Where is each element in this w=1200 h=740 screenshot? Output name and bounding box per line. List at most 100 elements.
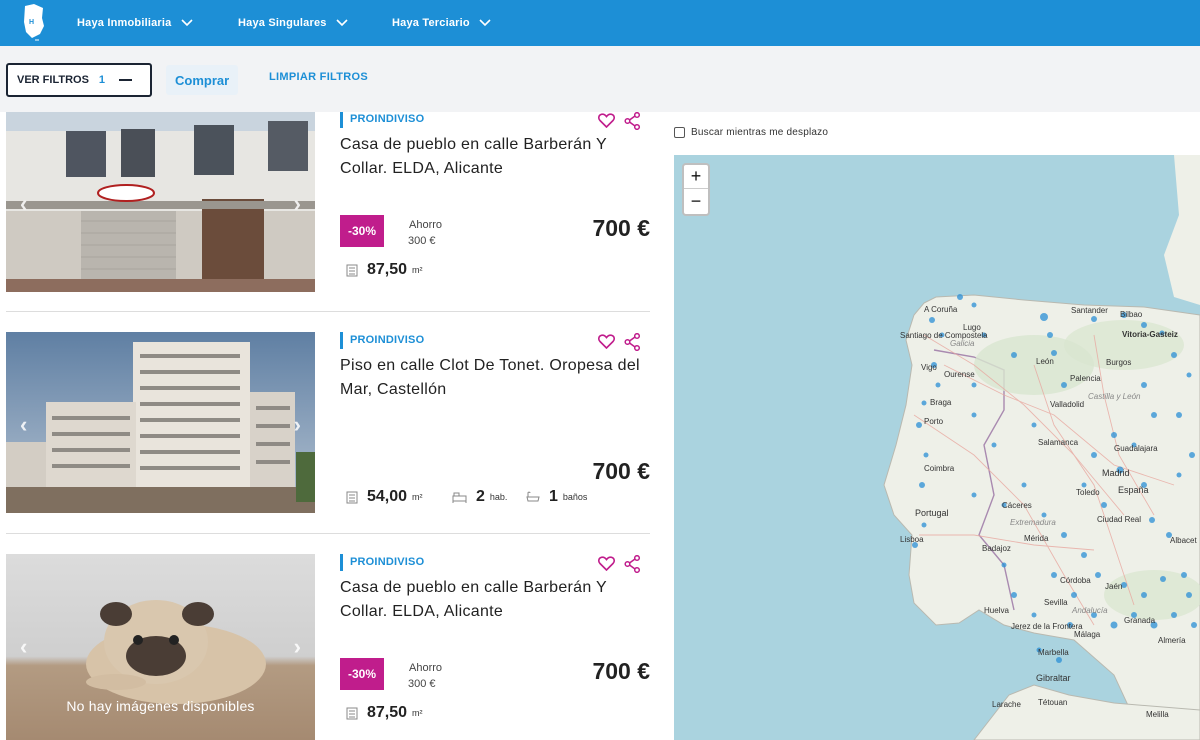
divider — [6, 533, 650, 534]
listing-title[interactable]: Casa de pueblo en calle Barberán Y Colla… — [340, 133, 640, 181]
nav-haya-singulares[interactable]: Haya Singulares — [238, 11, 348, 35]
map-label: Portugal — [915, 508, 949, 518]
arrow-right-icon[interactable]: › — [294, 412, 301, 438]
heart-icon[interactable] — [598, 113, 615, 128]
ahorro-label: Ahorro — [409, 662, 443, 674]
map-label: Huelva — [984, 606, 1009, 615]
map-label: Coimbra — [924, 464, 955, 473]
zoom-in-button[interactable]: + — [684, 165, 708, 189]
divider — [6, 311, 650, 312]
map-view[interactable]: A Coruña Lugo Santiago de Compostela Gal… — [674, 155, 1200, 740]
ahorro-value: 300 € — [408, 678, 436, 690]
area-icon — [346, 707, 358, 719]
map-label: Braga — [930, 398, 952, 407]
map-label: Larache — [992, 700, 1021, 709]
chevron-down-icon — [479, 19, 491, 27]
map-label: Málaga — [1074, 630, 1101, 639]
france-land — [1164, 155, 1200, 305]
nav-label: Haya Singulares — [238, 17, 327, 29]
ver-filtros-label: VER FILTROS — [17, 74, 89, 86]
search-while-moving-label: Buscar mientras me desplazo — [691, 127, 829, 138]
listing-results: ‹ › PROINDIVISO Casa de pueblo en calle … — [0, 112, 660, 740]
bed-icon — [452, 492, 467, 503]
map-label: Mérida — [1024, 534, 1049, 543]
map-label: Ciudad Real — [1097, 515, 1141, 524]
map-label: Albacet — [1170, 536, 1197, 545]
ahorro-value: 300 € — [408, 235, 436, 247]
map-label: Valladolid — [1050, 400, 1084, 409]
arrow-left-icon[interactable]: ‹ — [20, 191, 27, 217]
map-label: Vigo — [921, 363, 937, 372]
building-photo — [6, 332, 315, 513]
map-label: Marbella — [1038, 648, 1069, 657]
map-label: A Coruña — [924, 305, 958, 314]
filter-bar: VER FILTROS 1 Comprar LIMPIAR FILTROS — [0, 46, 1200, 112]
search-while-moving-checkbox[interactable] — [674, 127, 685, 138]
listing-card[interactable]: ‹ › PROINDIVISO Piso en calle Clot De To… — [6, 332, 650, 532]
zoom-controls: + − — [682, 163, 710, 216]
map-label: Castilla y León — [1088, 392, 1141, 401]
map-canvas[interactable]: A Coruña Lugo Santiago de Compostela Gal… — [674, 155, 1200, 740]
listing-tag: PROINDIVISO — [340, 554, 424, 571]
arrow-left-icon[interactable]: ‹ — [20, 412, 27, 438]
listing-photo[interactable]: ‹ › No hay imágenes disponibles — [6, 554, 315, 740]
map-label: Córdoba — [1060, 576, 1091, 585]
listing-card[interactable]: ‹ › No hay imágenes disponibles PROINDIV… — [6, 554, 650, 740]
map-label: Madrid — [1102, 468, 1130, 478]
map-label: Melilla — [1146, 710, 1169, 719]
ahorro-label: Ahorro — [409, 219, 443, 231]
nav-haya-terciario[interactable]: Haya Terciario — [392, 11, 491, 35]
share-icon[interactable] — [624, 112, 641, 130]
map-label: Jerez de la Frontera — [1011, 622, 1083, 631]
building-photo — [6, 112, 315, 292]
map-label: Cáceres — [1002, 501, 1032, 510]
arrow-left-icon[interactable]: ‹ — [20, 634, 27, 660]
map-label: España — [1118, 485, 1149, 495]
map-label: Jaén — [1105, 582, 1122, 591]
zoom-out-button[interactable]: − — [684, 189, 708, 213]
chevron-down-icon — [180, 19, 193, 27]
listing-card[interactable]: ‹ › PROINDIVISO Casa de pueblo en calle … — [6, 112, 650, 311]
area-icon — [346, 491, 358, 503]
baths-value: 1 — [549, 488, 558, 505]
ver-filtros-button[interactable]: VER FILTROS 1 — [6, 63, 152, 97]
area-unit: m² — [412, 265, 423, 275]
no-image-text: No hay imágenes disponibles — [66, 698, 255, 714]
map-label: Tétouan — [1038, 698, 1067, 707]
map-label: Andalucía — [1071, 606, 1108, 615]
map-label: Extremadura — [1010, 518, 1056, 527]
map-label: Toledo — [1076, 488, 1100, 497]
haya-logo-icon[interactable]: H — [22, 4, 46, 42]
search-while-moving[interactable]: Buscar mientras me desplazo — [674, 127, 828, 138]
nav-haya-inmobiliaria[interactable]: Haya Inmobiliaria — [77, 11, 193, 35]
map-label: Galicia — [950, 339, 975, 348]
nav-label: Haya Terciario — [392, 17, 470, 29]
area-unit: m² — [412, 708, 423, 718]
listing-photo[interactable]: ‹ › — [6, 332, 315, 513]
listing-title[interactable]: Piso en calle Clot De Tonet. Oropesa del… — [340, 354, 640, 402]
arrow-right-icon[interactable]: › — [294, 634, 301, 660]
map-label: Gibraltar — [1036, 673, 1071, 683]
map-panel: Buscar mientras me desplazo A Coruña Lug… — [660, 112, 1200, 740]
map-label: Bilbao — [1120, 310, 1143, 319]
map-label: Porto — [924, 417, 944, 426]
listing-price: 700 € — [592, 458, 650, 484]
comprar-filter-chip[interactable]: Comprar — [166, 65, 239, 95]
share-icon[interactable] — [624, 333, 641, 351]
listing-title[interactable]: Casa de pueblo en calle Barberán Y Colla… — [340, 576, 640, 624]
map-label: Almería — [1158, 636, 1186, 645]
svg-text:H: H — [29, 19, 34, 26]
share-icon[interactable] — [624, 555, 641, 573]
map-label: Vitoria-Gasteiz — [1122, 330, 1178, 339]
area-feature: 54,00 m² — [346, 488, 423, 506]
map-label: León — [1036, 357, 1054, 366]
heart-icon[interactable] — [598, 556, 615, 571]
rooms-unit: hab. — [489, 492, 508, 502]
limpiar-filtros-link[interactable]: LIMPIAR FILTROS — [269, 71, 368, 83]
listing-photo[interactable]: ‹ › — [6, 112, 315, 292]
heart-icon[interactable] — [598, 334, 615, 349]
area-value: 54,00 — [367, 488, 408, 505]
top-navigation-bar: H Haya Inmobiliaria Haya Singulares Haya… — [0, 0, 1200, 46]
arrow-right-icon[interactable]: › — [294, 191, 301, 217]
map-label: Salamanca — [1038, 438, 1079, 447]
